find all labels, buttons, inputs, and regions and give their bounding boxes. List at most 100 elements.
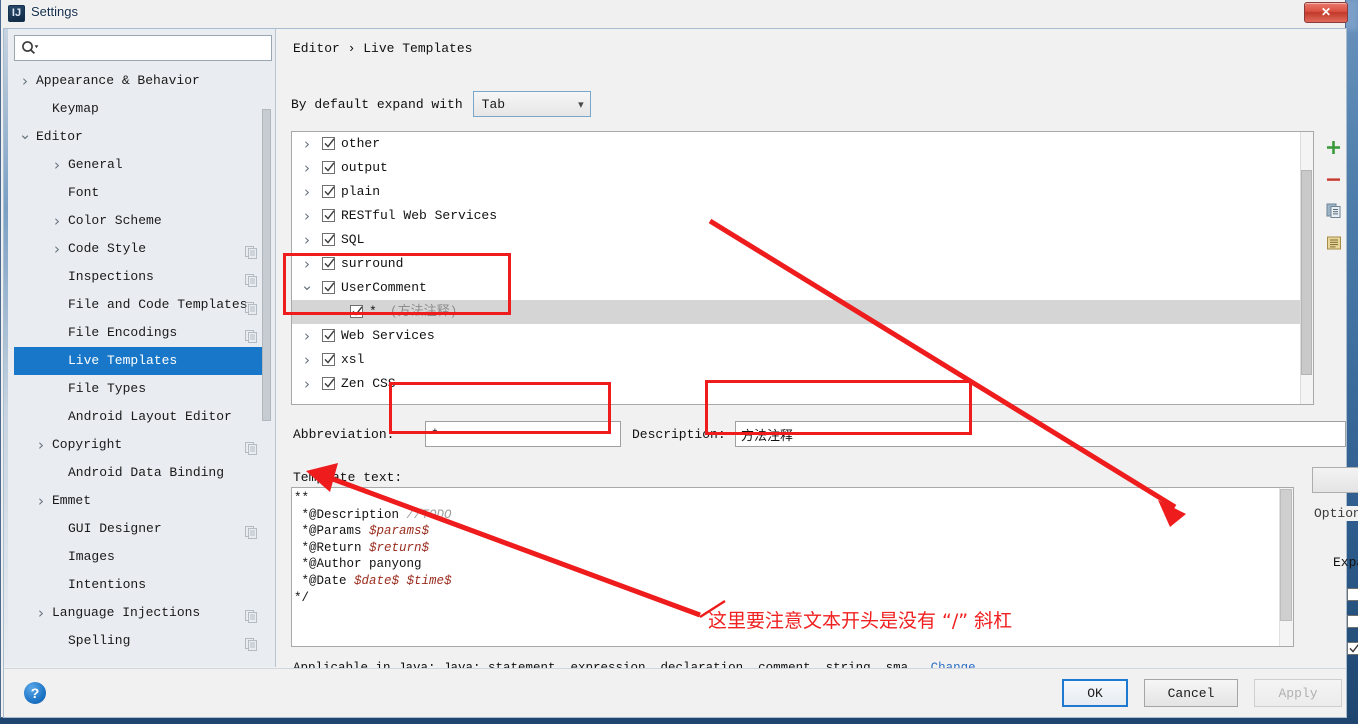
sidebar-item-android-data-binding[interactable]: Android Data Binding: [14, 459, 272, 487]
help-button[interactable]: ?: [24, 682, 46, 704]
template-text-scrollbar-thumb[interactable]: [1280, 489, 1292, 621]
sidebar-tree[interactable]: › Appearance & Behavior Keymap ⌄ Editor › Gene…: [14, 67, 272, 659]
default-expand-select[interactable]: Tab ▾: [472, 91, 591, 117]
chevron-right-icon[interactable]: ›: [18, 67, 32, 95]
sidebar-item-appearance-behavior[interactable]: › Appearance & Behavior: [14, 67, 272, 95]
check-icon: [324, 210, 335, 220]
template-text-token: *@Return: [294, 540, 370, 555]
cancel-button[interactable]: Cancel: [1144, 679, 1238, 707]
template-enabled-checkbox[interactable]: [322, 329, 335, 342]
sidebar-item-language-injections[interactable]: › Language Injections: [14, 599, 272, 627]
sidebar-item-intentions[interactable]: Intentions: [14, 571, 272, 599]
sidebar-scrollbar-track[interactable]: [262, 67, 273, 659]
sidebar-scrollbar-thumb[interactable]: [262, 109, 271, 421]
dialog-footer: ? OK Cancel Apply: [3, 668, 1347, 718]
edit-variables-button[interactable]: Edit variables: [1312, 467, 1358, 493]
sidebar-item-file-types[interactable]: File Types: [14, 375, 272, 403]
remove-template-button[interactable]: [1321, 163, 1346, 195]
chevron-down-icon[interactable]: ⌄: [18, 123, 32, 145]
check-icon: [324, 138, 335, 148]
template-name: plain: [341, 184, 381, 199]
chevron-right-icon[interactable]: ›: [34, 599, 48, 627]
template-list-row[interactable]: › Web Services: [292, 324, 1301, 348]
sidebar-item-spelling[interactable]: Spelling: [14, 627, 272, 655]
template-name: SQL: [341, 232, 365, 247]
template-list-row[interactable]: › other: [292, 132, 1301, 156]
sidebar-item-copyright[interactable]: › Copyright: [14, 431, 272, 459]
shorten-fq-names-checkbox[interactable]: Shorten FQ names: [1347, 641, 1358, 656]
template-list-row[interactable]: › output: [292, 156, 1301, 180]
use-static-import-checkbox[interactable]: Use static import if possible: [1347, 614, 1358, 629]
template-list-row[interactable]: › SQL: [292, 228, 1301, 252]
sidebar-item-images[interactable]: Images: [14, 543, 272, 571]
close-button[interactable]: ✕: [1304, 2, 1348, 23]
sidebar-item-live-templates[interactable]: Live Templates: [14, 347, 272, 375]
chevron-right-icon[interactable]: ›: [300, 228, 314, 252]
sidebar-item-keymap[interactable]: Keymap: [14, 95, 272, 123]
sidebar-item-label: File Types: [68, 381, 147, 396]
template-text-token: */: [294, 590, 310, 605]
sidebar-item-font[interactable]: Font: [14, 179, 272, 207]
sidebar-item-file-and-code-templates[interactable]: File and Code Templates: [14, 291, 272, 319]
sidebar-item-code-style[interactable]: › Code Style: [14, 235, 272, 263]
template-enabled-checkbox[interactable]: [322, 161, 335, 174]
ok-button-label: OK: [1087, 685, 1103, 701]
chevron-right-icon[interactable]: ›: [50, 235, 64, 263]
sidebar-item-emmet[interactable]: › Emmet: [14, 487, 272, 515]
template-text-scrollbar-track[interactable]: [1279, 488, 1293, 646]
sidebar-item-label: Copyright: [52, 437, 123, 452]
sidebar-item-label: Appearance & Behavior: [36, 73, 200, 88]
chevron-right-icon[interactable]: ›: [300, 348, 314, 372]
template-label: SQL: [341, 228, 364, 252]
options-legend: Options: [1309, 506, 1358, 521]
chevron-right-icon[interactable]: ›: [34, 487, 48, 515]
apply-button-label: Apply: [1278, 685, 1318, 701]
chevron-right-icon[interactable]: ›: [50, 151, 64, 179]
template-list-row[interactable]: › plain: [292, 180, 1301, 204]
template-group-button[interactable]: [1321, 227, 1346, 259]
chevron-right-icon[interactable]: ›: [300, 204, 314, 228]
duplicate-template-button[interactable]: [1321, 195, 1346, 227]
template-list-row[interactable]: › xsl: [292, 348, 1301, 372]
apply-button[interactable]: Apply: [1254, 679, 1342, 707]
chevron-right-icon[interactable]: ›: [300, 132, 314, 156]
chevron-right-icon[interactable]: ›: [300, 156, 314, 180]
template-enabled-checkbox[interactable]: [322, 137, 335, 150]
template-enabled-checkbox[interactable]: [322, 233, 335, 246]
notes-icon: [1326, 236, 1341, 250]
sidebar-item-gui-designer[interactable]: GUI Designer: [14, 515, 272, 543]
sidebar-item-android-layout-editor[interactable]: Android Layout Editor: [14, 403, 272, 431]
template-text-line: */: [294, 590, 1279, 607]
default-expand-label: By default expand with: [291, 96, 463, 112]
add-template-button[interactable]: [1321, 131, 1346, 163]
template-enabled-checkbox[interactable]: [322, 377, 335, 390]
template-label: Zen CSS: [341, 372, 396, 396]
template-enabled-checkbox[interactable]: [322, 185, 335, 198]
template-list-scrollbar-thumb[interactable]: [1301, 170, 1312, 375]
chevron-right-icon[interactable]: ›: [50, 207, 64, 235]
template-text-token: $params$: [369, 524, 430, 539]
search-box[interactable]: [14, 35, 272, 61]
sidebar-item-inspections[interactable]: Inspections: [14, 263, 272, 291]
settings-sidebar: › Appearance & Behavior Keymap ⌄ Editor › Gene…: [4, 29, 276, 667]
template-enabled-checkbox[interactable]: [322, 353, 335, 366]
checkbox-box: [1347, 642, 1358, 655]
check-icon: [324, 162, 335, 172]
sidebar-item-editor[interactable]: ⌄ Editor: [14, 123, 272, 151]
chevron-right-icon[interactable]: ›: [34, 431, 48, 459]
template-text-line: **: [294, 490, 1279, 507]
search-input[interactable]: [41, 40, 261, 56]
template-list-row[interactable]: › RESTful Web Services: [292, 204, 1301, 228]
sidebar-item-color-scheme[interactable]: › Color Scheme: [14, 207, 272, 235]
template-list-scrollbar-track[interactable]: [1300, 132, 1313, 404]
template-enabled-checkbox[interactable]: [322, 209, 335, 222]
template-name: xsl: [341, 352, 365, 367]
sidebar-item-file-encodings[interactable]: File Encodings: [14, 319, 272, 347]
reformat-according-to-style-checkbox[interactable]: Reformat according to style: [1347, 587, 1358, 602]
template-name: other: [341, 136, 381, 151]
ok-button[interactable]: OK: [1062, 679, 1128, 707]
sidebar-item-general[interactable]: › General: [14, 151, 272, 179]
chevron-right-icon[interactable]: ›: [300, 324, 314, 348]
chevron-right-icon[interactable]: ›: [300, 180, 314, 204]
chevron-right-icon[interactable]: ›: [300, 372, 314, 396]
